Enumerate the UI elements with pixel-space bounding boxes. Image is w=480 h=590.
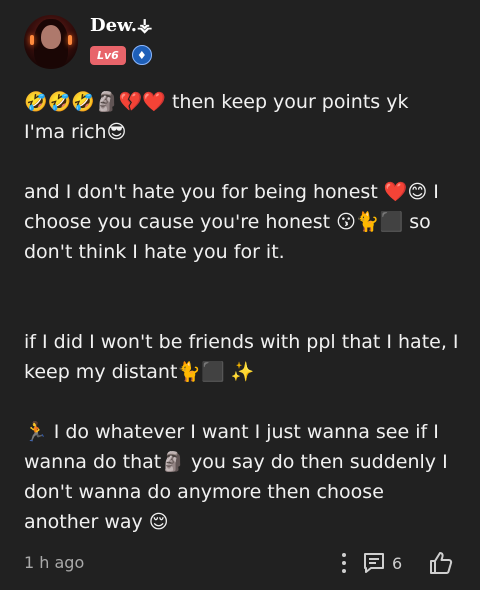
post-text-paragraph: if I did I won't be friends with ppl tha… [24,331,459,383]
post-header: Dew.⚶ Lv6 ♦ [24,15,454,71]
post-text-paragraph: and I don't hate you for being honest ❤️… [24,181,439,263]
post-text-line: 🤣🤣🤣🗿💔❤️ then keep your points yk [24,91,409,113]
comment-count: 6 [392,553,403,573]
thumbs-up-icon[interactable] [428,550,454,576]
comment-icon [364,553,384,573]
post-footer: 1 h ago 6 [24,550,464,576]
comment-button[interactable]: 6 [362,550,402,576]
post-text-paragraph: 🏃 I do whatever I want I just wanna see … [24,421,448,533]
post-text-line: I'ma rich😎 [24,121,127,143]
level-badge: Lv6 [90,45,126,65]
more-options-icon[interactable] [337,550,351,576]
user-badges: Lv6 ♦ [90,45,152,65]
post-body: 🤣🤣🤣🗿💔❤️ then keep your points yk I'ma ri… [24,87,464,537]
post-timestamp: 1 h ago [24,553,85,572]
avatar[interactable] [24,15,78,69]
username[interactable]: Dew.⚶ [90,15,152,36]
verified-badge-icon: ♦ [131,45,152,65]
